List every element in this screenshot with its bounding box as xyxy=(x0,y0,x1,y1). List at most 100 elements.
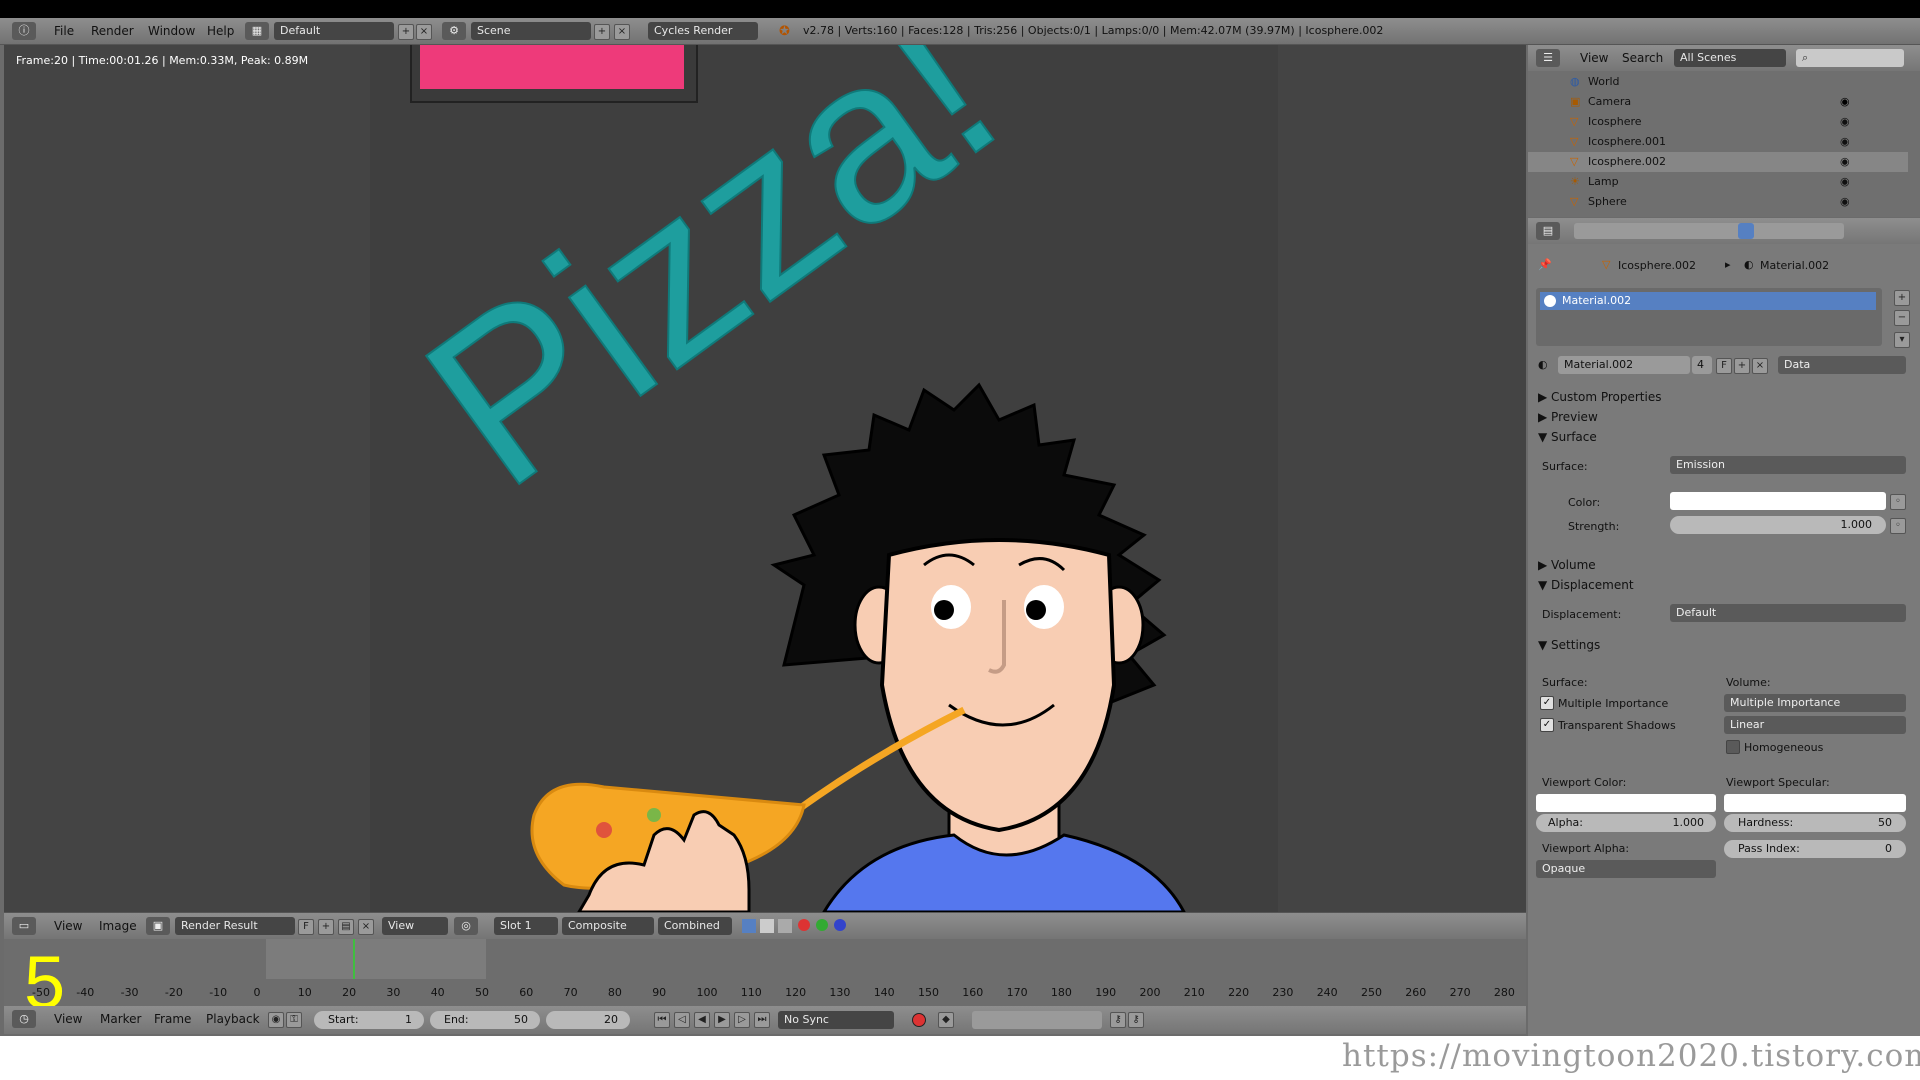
transparent-shadows-checkbox[interactable]: ✓ xyxy=(1540,718,1554,732)
hardness-field[interactable]: Hardness: 50 xyxy=(1724,814,1906,832)
timeline-menu-frame[interactable]: Frame xyxy=(154,1012,191,1026)
image-browse-icon[interactable]: ▣ xyxy=(146,917,170,935)
remove-layout-button[interactable]: × xyxy=(416,24,432,40)
context-tabs[interactable] xyxy=(1574,223,1844,239)
emission-color-swatch[interactable] xyxy=(1670,492,1886,510)
outliner-item-camera[interactable]: ▣ Camera ◉ xyxy=(1528,92,1908,112)
alpha-field[interactable]: Alpha: 1.000 xyxy=(1536,814,1716,832)
material-users-count[interactable]: 4 xyxy=(1692,356,1712,374)
material-unlink-button[interactable]: × xyxy=(1752,358,1768,374)
end-frame-field[interactable]: End: 50 xyxy=(430,1011,540,1029)
section-settings[interactable]: ▼ Settings xyxy=(1538,638,1600,652)
strength-field[interactable]: 1.000 xyxy=(1670,516,1886,534)
timeline-area[interactable]: -50 -40 -30 -20 -10 0 10 20 30 40 50 60 70 80 90 100 110… xyxy=(4,939,1526,1013)
timeline-menu-marker[interactable]: Marker xyxy=(100,1012,141,1026)
timeline-menu-playback[interactable]: Playback xyxy=(206,1012,260,1026)
outliner-menu-view[interactable]: View xyxy=(1580,51,1608,65)
section-displacement[interactable]: ▼ Displacement xyxy=(1538,578,1634,592)
image-fake-user-button[interactable]: F xyxy=(298,919,314,935)
visibility-eye-icon[interactable]: ◉ xyxy=(1840,155,1850,168)
scene-field[interactable]: Scene xyxy=(471,22,591,40)
material-name-field[interactable]: Material.002 xyxy=(1558,356,1690,374)
outliner-menu-search[interactable]: Search xyxy=(1622,51,1663,65)
lock-icon[interactable]: ⚿ xyxy=(286,1012,302,1028)
properties-type-icon[interactable]: ▤ xyxy=(1536,222,1560,240)
outliner-item-icosphere[interactable]: ▽ Icosphere ◉ xyxy=(1528,112,1908,132)
material-fake-user-button[interactable]: F xyxy=(1716,358,1732,374)
green-channel-icon[interactable] xyxy=(816,919,828,931)
viewport-specular-swatch[interactable] xyxy=(1724,794,1906,812)
render-pass-select[interactable]: Combined xyxy=(658,917,732,935)
visibility-eye-icon[interactable]: ◉ xyxy=(1840,175,1850,188)
keying-set-icon[interactable]: ◆ xyxy=(938,1012,954,1028)
prev-keyframe-icon[interactable]: ◁ xyxy=(674,1012,690,1028)
remove-scene-button[interactable]: × xyxy=(614,24,630,40)
outliner-display-select[interactable]: All Scenes xyxy=(1674,49,1786,67)
material-link-select[interactable]: Data xyxy=(1778,356,1906,374)
material-new-button[interactable]: + xyxy=(1734,358,1750,374)
keying-set-field[interactable] xyxy=(972,1011,1102,1029)
start-frame-field[interactable]: Start: 1 xyxy=(314,1011,424,1029)
visibility-eye-icon[interactable]: ◉ xyxy=(1840,115,1850,128)
visibility-eye-icon[interactable]: ◉ xyxy=(1840,95,1850,108)
render-engine-select[interactable]: Cycles Render xyxy=(648,22,758,40)
outliner-item-lamp[interactable]: ☀ Lamp ◉ xyxy=(1528,172,1908,192)
image-name-field[interactable]: Render Result xyxy=(175,917,295,935)
material-browse-icon[interactable]: ◐ xyxy=(1538,358,1548,371)
play-reverse-icon[interactable]: ◀ xyxy=(694,1012,710,1028)
visibility-eye-icon[interactable]: ◉ xyxy=(1840,195,1850,208)
delete-keyframe-icon[interactable]: ⚷ xyxy=(1128,1012,1144,1028)
add-scene-button[interactable]: + xyxy=(594,24,610,40)
composite-layer-select[interactable]: Composite xyxy=(562,917,654,935)
viewport-alpha-select[interactable]: Opaque xyxy=(1536,860,1716,878)
viewport-color-swatch[interactable] xyxy=(1536,794,1716,812)
strength-link-button[interactable]: ◦ xyxy=(1890,518,1906,534)
screen-layout-icon[interactable]: ▦ xyxy=(245,22,269,40)
surface-shader-select[interactable]: Emission xyxy=(1670,456,1906,474)
timeline-menu-view[interactable]: View xyxy=(54,1012,82,1026)
blue-channel-icon[interactable] xyxy=(834,919,846,931)
displacement-select[interactable]: Default xyxy=(1670,604,1906,622)
menu-window[interactable]: Window xyxy=(148,24,195,38)
homogeneous-checkbox[interactable] xyxy=(1726,740,1740,754)
image-viewport[interactable]: Frame:20 | Time:00:01.26 | Mem:0.33M, Pe… xyxy=(4,45,1526,912)
add-slot-button[interactable]: + xyxy=(1894,290,1910,306)
pivot-icon[interactable]: ◎ xyxy=(454,917,478,935)
view-mode-select[interactable]: View xyxy=(382,917,448,935)
menu-file[interactable]: File xyxy=(54,24,74,38)
image-menu-view[interactable]: View xyxy=(54,919,82,933)
material-slot-selected[interactable]: Material.002 xyxy=(1540,292,1876,310)
section-custom-properties[interactable]: ▶ Custom Properties xyxy=(1538,390,1661,404)
visibility-eye-icon[interactable]: ◉ xyxy=(1840,135,1850,148)
scene-icon[interactable]: ⚙ xyxy=(442,22,466,40)
insert-keyframe-icon[interactable]: ⚷ xyxy=(1110,1012,1126,1028)
menu-help[interactable]: Help xyxy=(207,24,234,38)
outliner-item-world[interactable]: ◍ World xyxy=(1528,72,1908,92)
volume-sampling-select[interactable]: Multiple Importance xyxy=(1724,694,1906,712)
pass-index-field[interactable]: Pass Index: 0 xyxy=(1724,840,1906,858)
draw-zbuffer-icon[interactable] xyxy=(778,919,792,933)
auto-keying-record-icon[interactable] xyxy=(912,1013,926,1027)
keyframe-record-icon[interactable]: ◉ xyxy=(268,1012,284,1028)
image-menu-image[interactable]: Image xyxy=(99,919,137,933)
outliner-item-sphere[interactable]: ▽ Sphere ◉ xyxy=(1528,192,1908,212)
material-slot-list[interactable]: Material.002 xyxy=(1536,288,1882,346)
sync-mode-select[interactable]: No Sync xyxy=(778,1011,894,1029)
draw-rgb-alpha-icon[interactable] xyxy=(742,919,756,933)
material-tab-icon[interactable] xyxy=(1738,223,1754,239)
current-frame-field[interactable]: 20 xyxy=(546,1011,630,1029)
menu-render[interactable]: Render xyxy=(91,24,134,38)
screen-layout-field[interactable]: Default xyxy=(274,22,394,40)
image-open-button[interactable]: ▤ xyxy=(338,919,354,935)
image-new-button[interactable]: + xyxy=(318,919,334,935)
slot-specials-button[interactable]: ▾ xyxy=(1894,332,1910,348)
image-unlink-button[interactable]: × xyxy=(358,919,374,935)
outliner-item-icosphere-002[interactable]: ▽ Icosphere.002 ◉ xyxy=(1528,152,1908,172)
section-volume[interactable]: ▶ Volume xyxy=(1538,558,1596,572)
outliner-item-icosphere-001[interactable]: ▽ Icosphere.001 ◉ xyxy=(1528,132,1908,152)
add-layout-button[interactable]: + xyxy=(398,24,414,40)
play-icon[interactable]: ▶ xyxy=(714,1012,730,1028)
outliner-type-icon[interactable]: ☰ xyxy=(1536,49,1560,67)
draw-alpha-icon[interactable] xyxy=(760,919,774,933)
color-link-button[interactable]: ◦ xyxy=(1890,494,1906,510)
